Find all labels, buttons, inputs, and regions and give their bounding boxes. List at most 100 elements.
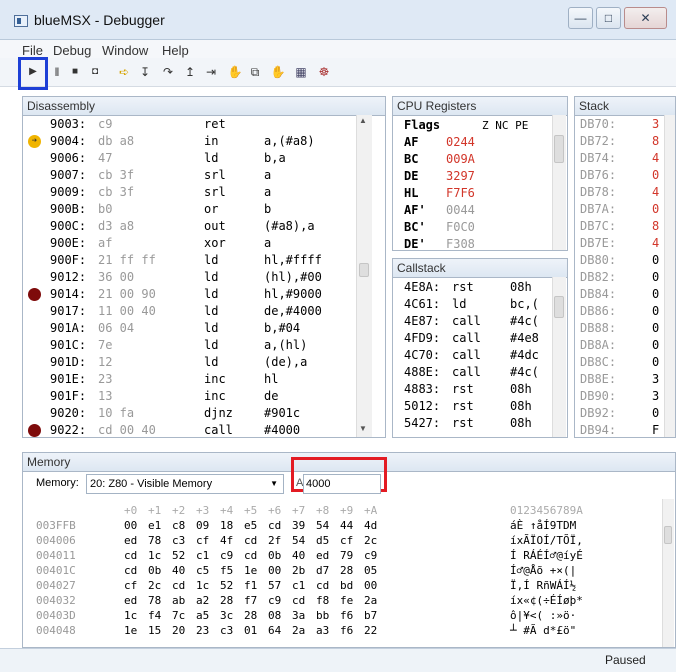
register-list[interactable]: AF 0244 BC 009A DE 3297 HL F7F6 AF' 0044 BC' F0C0 DE… (404, 134, 550, 253)
clear-breakpoints-icon[interactable]: ☸ (315, 63, 333, 81)
memory-row[interactable]: 004027 cf 2c cd 1c 52 f1 57 c1 cd bd 00 Ï,Í RñWÁÍ½ (36, 578, 656, 593)
memory-byte[interactable]: 1c (124, 608, 137, 623)
register-row[interactable]: HL F7F6 (404, 185, 550, 202)
memory-byte[interactable]: 28 (340, 563, 353, 578)
memory-byte[interactable]: 2c (364, 533, 377, 548)
disassembly-row[interactable]: 9006: 47 ld b,a (22, 150, 358, 167)
memory-byte[interactable]: 57 (268, 578, 281, 593)
memory-row[interactable]: 00403D 1c f4 7c a5 3c 28 08 3a bb f6 b7 ô|¥<( :»ö· (36, 608, 656, 623)
disassembly-row[interactable]: 900E: af xor a (22, 235, 358, 252)
stack-row[interactable]: DB74: 4 (580, 150, 664, 167)
memory-byte[interactable]: 40 (292, 548, 305, 563)
pause-icon[interactable]: ‖ (48, 63, 66, 81)
disassembly-row[interactable]: 9007: cb 3f srl a (22, 167, 358, 184)
show-next-icon[interactable]: ➪ (115, 63, 133, 81)
memory-byte[interactable]: 09 (196, 518, 209, 533)
memory-ascii[interactable]: íxÃÏOÍ/TÕÏ, (510, 533, 583, 548)
disassembly-row[interactable]: ➔ 9004: db a8 in a,(#a8) (22, 133, 358, 150)
disassembly-scroll-thumb[interactable] (359, 263, 369, 277)
stack-row[interactable]: DB94: F (580, 422, 664, 439)
memory-byte[interactable]: a3 (316, 623, 329, 638)
scroll-down-icon[interactable]: ▼ (359, 424, 367, 433)
stack-row[interactable]: DB7E: 4 (580, 235, 664, 252)
memory-byte[interactable]: 4f (220, 533, 233, 548)
memory-byte[interactable]: 15 (148, 623, 161, 638)
memory-byte[interactable]: 79 (340, 548, 353, 563)
register-row[interactable]: AF 0244 (404, 134, 550, 151)
memory-ascii[interactable]: Í RÁÉÍ♂@íyÉ (510, 548, 583, 563)
memory-byte[interactable]: cd (316, 578, 329, 593)
address-input[interactable]: 4000 (303, 474, 381, 494)
memory-row[interactable]: 00401C cd 0b 40 c5 f5 1e 00 2b d7 28 05 Í♂@Åõ +×(| (36, 563, 656, 578)
disassembly-row[interactable]: 901F: 13 inc de (22, 388, 358, 405)
memory-row[interactable]: 004006 ed 78 c3 cf 4f cd 2f 54 d5 cf 2c íxÃÏOÍ/TÕÏ, (36, 533, 656, 548)
memory-byte[interactable]: e1 (148, 518, 161, 533)
minimize-button[interactable]: — (568, 7, 593, 29)
disassembly-row[interactable]: 900F: 21 ff ff ld hl,#ffff (22, 252, 358, 269)
memory-byte[interactable]: ed (124, 593, 137, 608)
memory-byte[interactable]: c3 (220, 623, 233, 638)
memory-byte[interactable]: cd (124, 563, 137, 578)
memory-byte[interactable]: 64 (268, 623, 281, 638)
memory-byte[interactable]: 52 (172, 548, 185, 563)
memory-byte[interactable]: cd (268, 518, 281, 533)
run-icon[interactable]: ▶ (24, 63, 42, 81)
step-into-icon[interactable]: ↧ (136, 63, 154, 81)
memory-byte[interactable]: 0b (148, 563, 161, 578)
memory-byte[interactable]: c8 (172, 518, 185, 533)
memory-byte[interactable]: f4 (148, 608, 161, 623)
memory-byte[interactable]: bb (316, 608, 329, 623)
run-to-cursor-icon[interactable]: ⇥ (202, 63, 220, 81)
memory-byte[interactable]: 44 (340, 518, 353, 533)
memory-byte[interactable]: d7 (316, 563, 329, 578)
memory-byte[interactable]: f5 (220, 563, 233, 578)
disassembly-list[interactable]: 9003: c9 ret ➔ 9004: db a8 in a,(#a8) 9006: 47 ld b… (22, 116, 358, 439)
stack-row[interactable]: DB80: 0 (580, 252, 664, 269)
step-out-icon[interactable]: ↥ (181, 63, 199, 81)
memory-byte[interactable]: 2a (364, 593, 377, 608)
memory-byte[interactable]: 23 (196, 623, 209, 638)
memory-byte[interactable]: 05 (364, 563, 377, 578)
stack-scrollbar[interactable] (664, 115, 675, 437)
disassembly-row[interactable]: 9009: cb 3f srl a (22, 184, 358, 201)
memory-byte[interactable]: cd (244, 548, 257, 563)
stack-row[interactable]: DB8E: 3 (580, 371, 664, 388)
memory-byte[interactable]: c1 (196, 548, 209, 563)
memory-ascii[interactable]: Í♂@Åõ +×(| (510, 563, 576, 578)
stack-row[interactable]: DB8A: 0 (580, 337, 664, 354)
memory-byte[interactable]: 1c (196, 578, 209, 593)
register-value[interactable]: F7F6 (446, 185, 475, 202)
stack-row[interactable]: DB82: 0 (580, 269, 664, 286)
memory-row[interactable]: 004032 ed 78 ab a2 28 f7 c9 cd f8 fe 2a íx«¢(÷ÉÍøþ* (36, 593, 656, 608)
memory-byte[interactable]: 1e (124, 623, 137, 638)
register-value[interactable]: 0044 (446, 202, 475, 219)
memory-byte[interactable]: 4d (364, 518, 377, 533)
disassembly-row[interactable]: 9022: cd 00 40 call #4000 (22, 422, 358, 439)
memory-byte[interactable]: 7c (172, 608, 185, 623)
stack-row[interactable]: DB88: 0 (580, 320, 664, 337)
callstack-row[interactable]: 4E8A: rst 08h (404, 279, 550, 296)
scroll-up-icon[interactable]: ▲ (359, 116, 367, 125)
stack-row[interactable]: DB90: 3 (580, 388, 664, 405)
memory-byte[interactable]: 54 (292, 533, 305, 548)
memory-byte[interactable]: 08 (268, 608, 281, 623)
memory-byte[interactable]: cf (196, 533, 209, 548)
memory-byte[interactable]: f7 (244, 593, 257, 608)
callstack-row[interactable]: 4E87: call #4c( (404, 313, 550, 330)
stack-row[interactable]: DB76: 0 (580, 167, 664, 184)
memory-byte[interactable]: 40 (172, 563, 185, 578)
memory-byte[interactable]: f6 (340, 608, 353, 623)
memory-row[interactable]: 004011 cd 1c 52 c1 c9 cd 0b 40 ed 79 c9 Í RÁÉÍ♂@íyÉ (36, 548, 656, 563)
callstack-scroll-thumb[interactable] (554, 296, 564, 318)
stack-row[interactable]: DB7A: 0 (580, 201, 664, 218)
menu-debug[interactable]: Debug (53, 43, 91, 58)
memory-ascii[interactable]: ┴ #Ã d*£ö" (510, 623, 576, 638)
register-value[interactable]: 009A (446, 151, 475, 168)
disassembly-row[interactable]: 9003: c9 ret (22, 116, 358, 133)
memory-grid[interactable]: 003FFB 00 e1 c8 09 18 e5 cd 39 54 44 4d áÈ ↑åÍ9TDM 00… (36, 518, 656, 638)
stack-row[interactable]: DB92: 0 (580, 405, 664, 422)
callstack-row[interactable]: 4C61: ld bc,( (404, 296, 550, 313)
memory-byte[interactable]: cd (244, 533, 257, 548)
breakpoint-icon[interactable] (28, 288, 41, 301)
memory-scroll-thumb[interactable] (664, 526, 672, 544)
